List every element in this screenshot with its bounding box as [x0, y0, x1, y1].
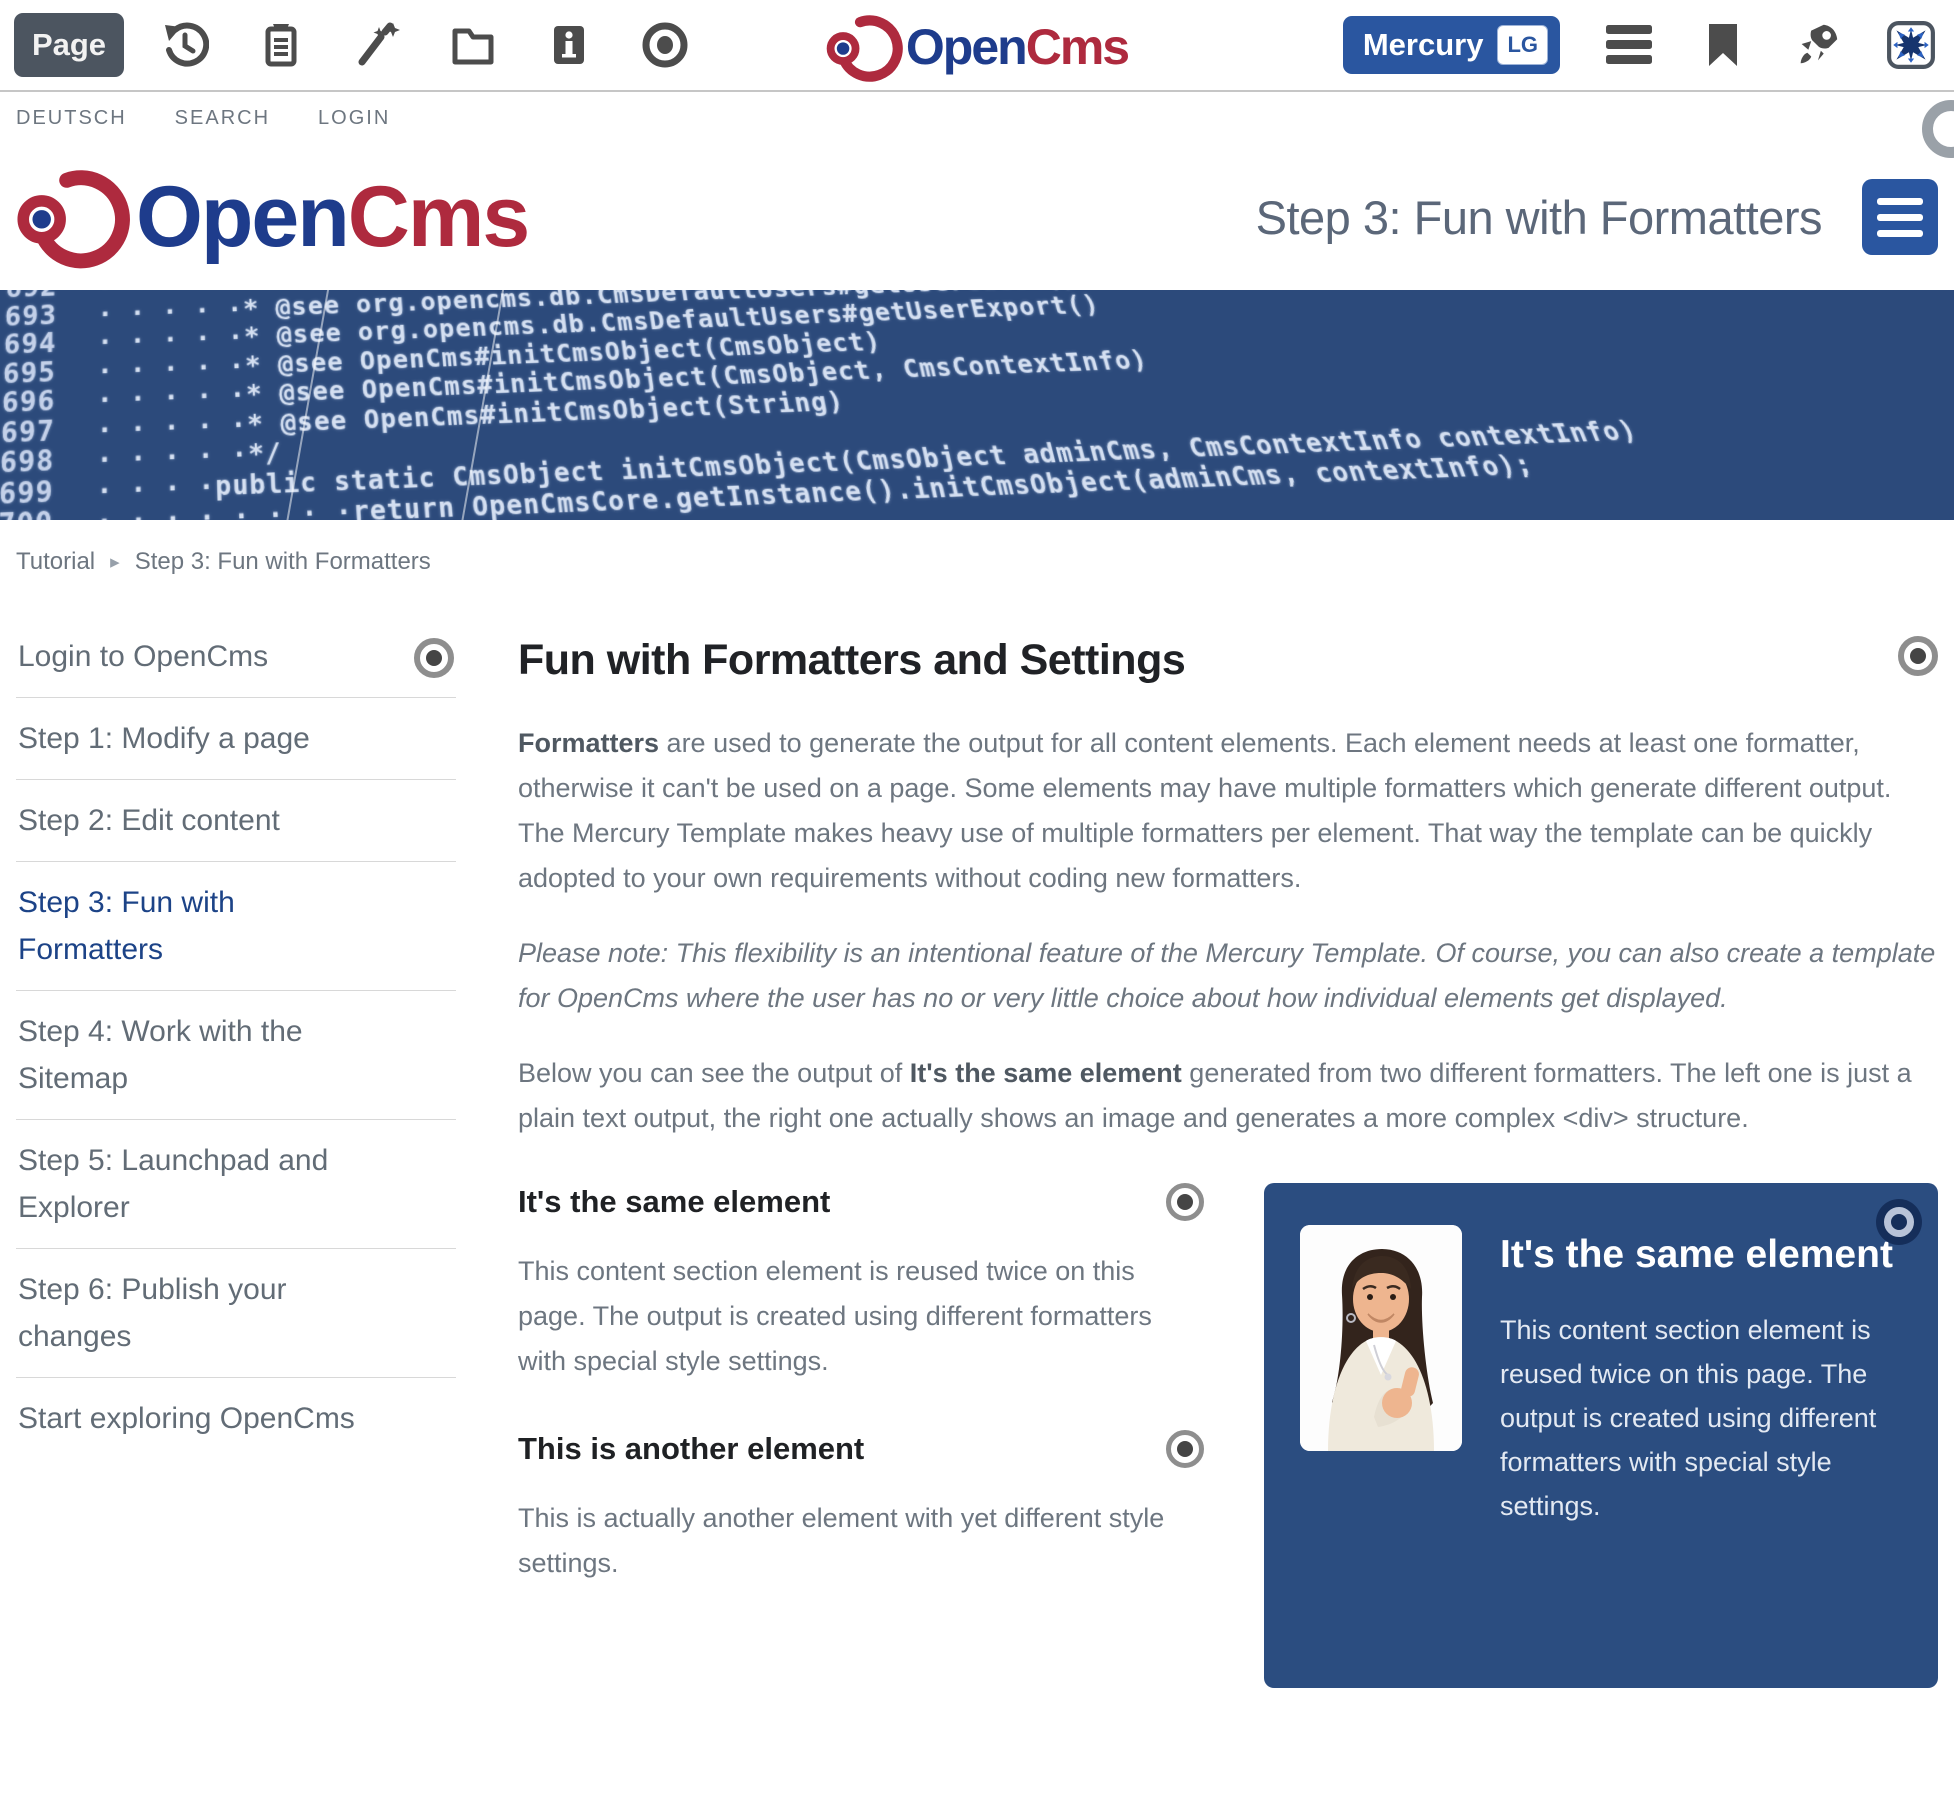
section-heading-another-element: This is another element	[518, 1431, 864, 1467]
template-name-label: Mercury	[1363, 27, 1484, 63]
meta-nav-list: DEUTSCH SEARCH LOGIN	[16, 107, 390, 130]
edit-point-icon[interactable]	[414, 638, 454, 678]
sidebar-item-label: Step 1: Modify a page	[18, 715, 310, 762]
hero-code-image: 692· · · · ·* or an invalid user name wa…	[0, 290, 1954, 520]
sidebar-item-label: Login to OpenCms	[18, 633, 268, 680]
thumbs-up-woman-photo	[1300, 1225, 1462, 1451]
opencms-logo-mark	[16, 157, 132, 277]
opencms-logo-text: OpenCms	[906, 22, 1128, 72]
meta-nav-item-deutsch[interactable]: DEUTSCH	[16, 107, 127, 130]
sidebar-item-3[interactable]: Step 2: Edit content	[16, 780, 456, 862]
breadcrumb-current: Step 3: Fun with Formatters	[135, 548, 431, 576]
edit-point-icon[interactable]	[1876, 1199, 1922, 1245]
intro-lead: Formatters	[518, 728, 659, 758]
magic-wand-icon[interactable]	[352, 20, 402, 70]
site-header: OpenCms Step 3: Fun with Formatters	[0, 144, 1954, 290]
folder-icon[interactable]	[448, 20, 498, 70]
edit-point-icon[interactable]	[1898, 636, 1938, 676]
toolbar-left-icons	[160, 20, 690, 70]
formatter-output-row: It's the same element This content secti…	[518, 1183, 1938, 1688]
card-body: It's the same element This content secti…	[1500, 1225, 1902, 1528]
hamburger-bar	[1877, 214, 1923, 221]
sidebar-item-label: Step 6: Publish your changes	[18, 1266, 363, 1360]
note-paragraph: Please note: This flexibility is an inte…	[518, 931, 1938, 1021]
publish-rocket-icon[interactable]	[1792, 20, 1842, 70]
intro-text: are used to generate the output for all …	[518, 728, 1891, 893]
editor-toolbar: Page	[0, 0, 1954, 92]
code-line-number: 694	[3, 328, 97, 360]
below-bold: It's the same element	[910, 1058, 1182, 1088]
code-line-number: 697	[0, 415, 97, 449]
code-line-number: 700	[0, 506, 96, 520]
breadcrumb-link[interactable]: Tutorial	[16, 548, 95, 576]
below-paragraph: Below you can see the output of It's the…	[518, 1051, 1938, 1141]
hamburger-bar	[1877, 198, 1923, 205]
text-output-column: It's the same element This content secti…	[518, 1183, 1204, 1688]
code-line-number: 696	[1, 386, 97, 419]
template-info-button[interactable]: Mercury LG	[1343, 16, 1560, 74]
breadcrumb-separator-icon: ▸	[110, 551, 120, 574]
bookmark-icon[interactable]	[1698, 20, 1748, 70]
opencms-logo-mark	[826, 6, 904, 88]
sidebar-nav-list: Login to OpenCms Step 1: Modify a page Ste…	[16, 616, 456, 1459]
intro-paragraph: Formatters are used to generate the outp…	[518, 721, 1938, 901]
section-text-another-element: This is actually another element with ye…	[518, 1496, 1204, 1586]
image-output-card: It's the same element This content secti…	[1264, 1183, 1938, 1688]
page-title: Step 3: Fun with Formatters	[1256, 190, 1822, 245]
clipboard-icon[interactable]	[256, 20, 306, 70]
opencms-toolbar-logo: OpenCms	[826, 6, 1128, 88]
template-size-badge: LG	[1497, 25, 1548, 65]
sidebar-item-4[interactable]: Step 3: Fun with Formatters	[16, 862, 456, 991]
meta-nav-item-login[interactable]: LOGIN	[318, 107, 390, 130]
edit-point-icon[interactable]	[1166, 1430, 1204, 1468]
edit-point-icon[interactable]	[1166, 1183, 1204, 1221]
hamburger-bar	[1877, 230, 1923, 237]
opencms-page: Page	[0, 0, 1954, 1804]
card-heading: It's the same element	[1500, 1229, 1902, 1280]
toolbar-right-icons: Mercury LG	[1343, 16, 1940, 74]
exit-editor-icon[interactable]	[1886, 20, 1936, 70]
code-line-number: 698	[0, 445, 97, 479]
sidebar-item-2[interactable]: Step 1: Modify a page	[16, 698, 456, 780]
section-text-same-element: This content section element is reused t…	[518, 1249, 1204, 1384]
code-line-number: 699	[0, 476, 97, 511]
below-text-before: Below you can see the output of	[518, 1058, 910, 1088]
info-icon[interactable]	[544, 20, 594, 70]
article: Fun with Formatters and Settings Formatt…	[518, 616, 1938, 1688]
breadcrumb: Tutorial ▸ Step 3: Fun with Formatters	[0, 520, 1954, 602]
sidebar-item-5[interactable]: Step 4: Work with the Sitemap	[16, 991, 456, 1120]
sidebar-item-1[interactable]: Login to OpenCms	[16, 616, 456, 698]
edit-points-icon[interactable]	[640, 20, 690, 70]
sidebar-nav: Login to OpenCms Step 1: Modify a page Ste…	[16, 616, 456, 1688]
sidebar-item-label: Step 3: Fun with Formatters	[18, 879, 363, 973]
history-icon[interactable]	[160, 20, 210, 70]
opencms-logo-text: OpenCms	[136, 174, 528, 260]
sidebar-item-label: Step 2: Edit content	[18, 797, 280, 844]
sidebar-item-label: Step 5: Launchpad and Explorer	[18, 1137, 363, 1231]
menu-hamburger-button[interactable]	[1862, 179, 1938, 255]
sidebar-item-8[interactable]: Start exploring OpenCms	[16, 1378, 456, 1459]
hamburger-icon[interactable]	[1604, 20, 1654, 70]
meta-nav-item-search[interactable]: SEARCH	[175, 107, 270, 130]
content-area: Login to OpenCms Step 1: Modify a page Ste…	[0, 616, 1954, 1688]
sidebar-item-label: Start exploring OpenCms	[18, 1395, 355, 1442]
meta-nav: DEUTSCH SEARCH LOGIN	[0, 92, 1954, 144]
sidebar-item-label: Step 4: Work with the Sitemap	[18, 1008, 363, 1102]
card-text: This content section element is reused t…	[1500, 1308, 1902, 1528]
site-logo[interactable]: OpenCms	[16, 157, 528, 277]
sidebar-item-7[interactable]: Step 6: Publish your changes	[16, 1249, 456, 1378]
section-heading-same-element: It's the same element	[518, 1184, 830, 1220]
sidebar-item-6[interactable]: Step 5: Launchpad and Explorer	[16, 1120, 456, 1249]
article-title: Fun with Formatters and Settings	[518, 636, 1185, 685]
page-menu-button[interactable]: Page	[14, 13, 124, 77]
